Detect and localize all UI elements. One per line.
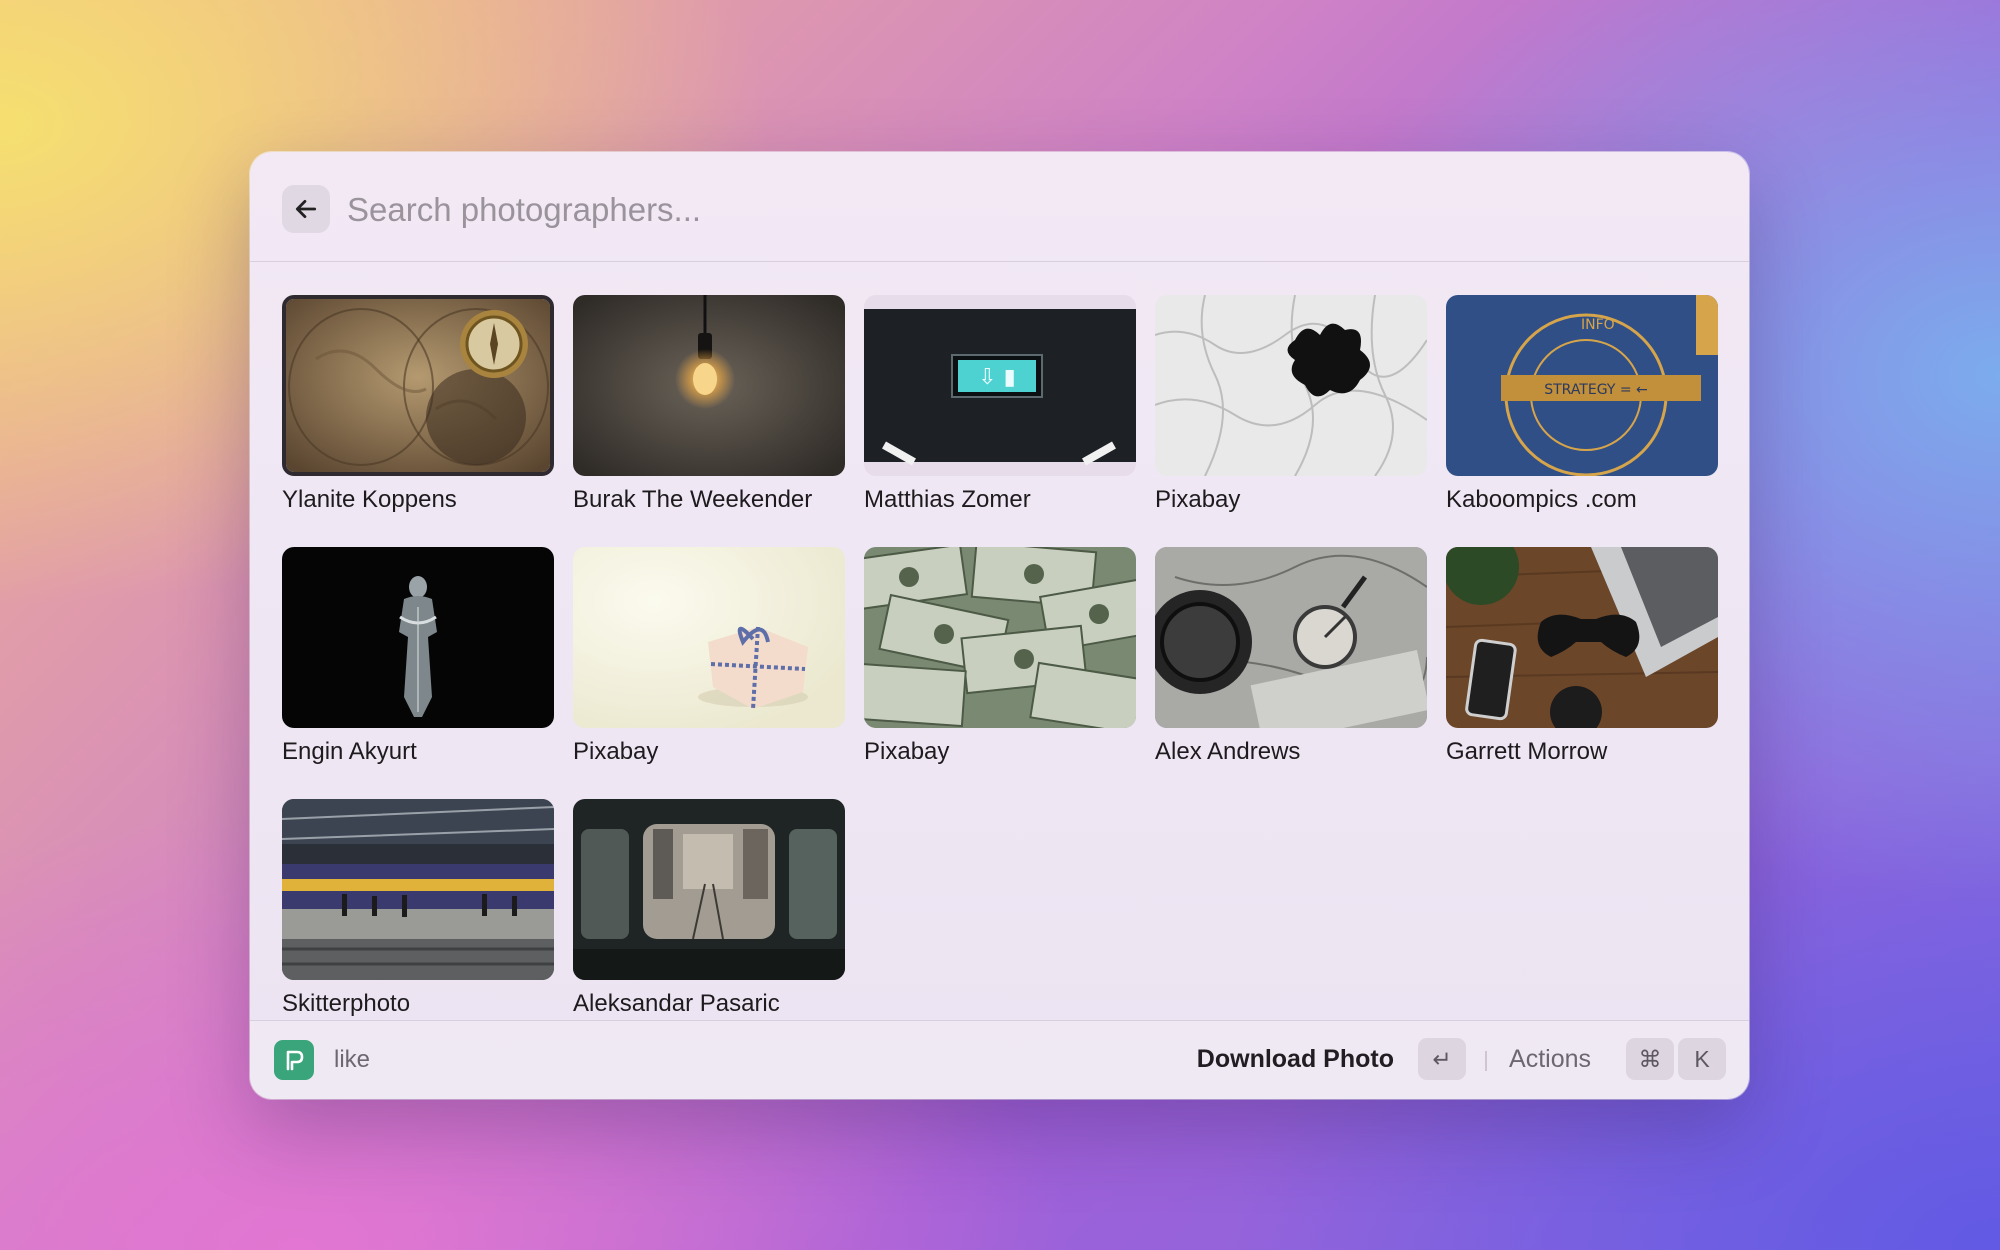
photographer-name: Burak The Weekender bbox=[573, 486, 813, 513]
photographer-name: Pixabay bbox=[573, 738, 659, 765]
photographer-name: Skitterphoto bbox=[282, 990, 411, 1017]
svg-text:⇩ ▮: ⇩ ▮ bbox=[978, 365, 1016, 390]
photo-tile[interactable]: STRATEGY = ← INFO Kaboompics .com bbox=[1446, 295, 1718, 547]
photo-tile[interactable]: Garrett Morrow bbox=[1446, 547, 1718, 799]
dollar-bills-photo bbox=[864, 547, 1136, 728]
search-bar bbox=[250, 152, 1749, 262]
photo-tile[interactable]: ⇩ ▮ Matthias Zomer bbox=[864, 295, 1136, 547]
command-key-hint: ⌘ bbox=[1626, 1038, 1674, 1080]
train-station-photo bbox=[282, 799, 554, 980]
compass-map-photo bbox=[1155, 547, 1427, 728]
photo-app-icon bbox=[286, 1050, 304, 1071]
photographer-name: Pixabay bbox=[864, 738, 950, 765]
photo-tile[interactable]: Pixabay bbox=[573, 547, 845, 799]
return-icon: ↵ bbox=[1432, 1045, 1452, 1072]
photo-tile[interactable]: Alex Andrews bbox=[1155, 547, 1427, 799]
download-photo-button[interactable]: Download Photo bbox=[1197, 1045, 1394, 1074]
statuette-photo bbox=[282, 547, 554, 728]
k-key-hint: K bbox=[1678, 1038, 1726, 1080]
photo-tile[interactable]: Pixabay bbox=[864, 547, 1136, 799]
photographer-name: Engin Akyurt bbox=[282, 738, 417, 765]
photo-tile[interactable]: Aleksandar Pasaric bbox=[573, 799, 845, 1051]
svg-text:STRATEGY = ←: STRATEGY = ← bbox=[1544, 382, 1648, 398]
photo-tile[interactable]: Burak The Weekender bbox=[573, 295, 845, 547]
tram-window-city-photo bbox=[573, 799, 845, 980]
photographer-name: Alex Andrews bbox=[1155, 738, 1301, 765]
strategy-drawing-photo: STRATEGY = ← INFO bbox=[1446, 295, 1718, 476]
exit-sign-photo: ⇩ ▮ bbox=[864, 295, 1136, 476]
photo-search-window: Ylanite Koppens bbox=[250, 152, 1749, 1099]
photographer-name: Aleksandar Pasaric bbox=[573, 990, 780, 1017]
arrow-left-icon bbox=[295, 200, 317, 218]
photographer-name: Pixabay bbox=[1155, 486, 1241, 513]
actions-button[interactable]: Actions bbox=[1509, 1045, 1591, 1074]
photo-tile[interactable]: Engin Akyurt bbox=[282, 547, 554, 799]
action-bar: like Download Photo ↵ Actions ⌘ K bbox=[250, 1020, 1749, 1099]
extension-name: like bbox=[334, 1046, 371, 1073]
photographer-name: Ylanite Koppens bbox=[282, 486, 457, 513]
photographer-name: Garrett Morrow bbox=[1446, 738, 1608, 765]
command-icon: ⌘ bbox=[1638, 1045, 1662, 1072]
photo-tile[interactable]: Ylanite Koppens bbox=[282, 295, 554, 547]
photographer-name: Kaboompics .com bbox=[1446, 486, 1637, 513]
photographer-name: Matthias Zomer bbox=[864, 486, 1031, 513]
photo-tile[interactable]: Skitterphoto bbox=[282, 799, 554, 1051]
svg-text:INFO: INFO bbox=[1581, 317, 1615, 333]
light-bulb-photo bbox=[573, 295, 845, 476]
vintage-map-compass-photo bbox=[282, 295, 554, 476]
photo-grid: Ylanite Koppens Burak The Weekender ⇩ ▮ … bbox=[282, 295, 1718, 1051]
footer-divider bbox=[1485, 1051, 1487, 1071]
photo-tile[interactable]: Pixabay bbox=[1155, 295, 1427, 547]
gift-box-photo bbox=[573, 547, 845, 728]
k-key-label: K bbox=[1694, 1045, 1710, 1072]
extension-icon bbox=[274, 1040, 314, 1080]
desk-gamepad-photo bbox=[1446, 547, 1718, 728]
puzzle-piece-photo bbox=[1155, 295, 1427, 476]
search-input[interactable] bbox=[345, 180, 1549, 240]
enter-key-hint: ↵ bbox=[1418, 1038, 1466, 1080]
back-button[interactable] bbox=[282, 185, 330, 233]
